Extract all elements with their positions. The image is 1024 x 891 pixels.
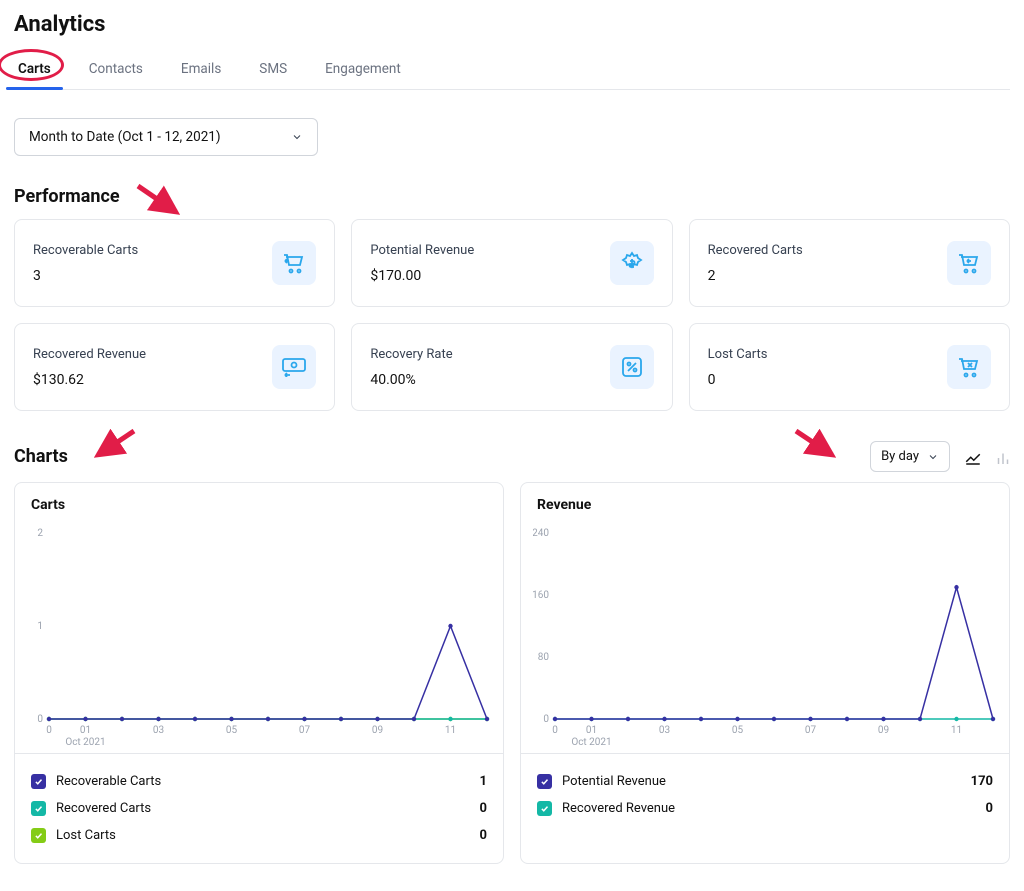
chart-carts: Carts 120010305070911Oct 20210 Recoverab…: [14, 482, 504, 864]
svg-text:11: 11: [445, 725, 456, 736]
card-label: Recovery Rate: [370, 347, 452, 362]
tab-contacts[interactable]: Contacts: [85, 51, 147, 89]
svg-text:0: 0: [552, 725, 558, 736]
card-recovery-rate: Recovery Rate 40.00%: [351, 323, 672, 411]
svg-text:Oct 2021: Oct 2021: [571, 737, 611, 748]
tab-label: Carts: [18, 61, 51, 77]
legend-value: 0: [986, 801, 993, 816]
card-recovered-revenue: Recovered Revenue $130.62: [14, 323, 335, 411]
legend-value: 170: [971, 774, 993, 789]
legend-checkbox[interactable]: [31, 801, 46, 816]
svg-text:0: 0: [543, 714, 549, 725]
svg-text:0: 0: [46, 725, 52, 736]
legend-label: Lost Carts: [56, 828, 116, 843]
legend-row: Potential Revenue 170: [537, 768, 993, 795]
legend-value: 1: [480, 774, 487, 789]
cart-back-icon: [947, 241, 991, 285]
chart-legend: Recoverable Carts1Recovered Carts0Lost C…: [15, 753, 503, 863]
card-label: Recovered Revenue: [33, 347, 146, 362]
card-recovered-carts: Recovered Carts 2: [689, 219, 1010, 307]
card-value: $130.62: [33, 372, 146, 388]
legend-checkbox[interactable]: [537, 774, 552, 789]
svg-text:07: 07: [805, 725, 817, 736]
chart-plot: 1 2 0 01 03 05 07 09 11 Oct 2021 0: [27, 525, 495, 753]
charts-controls: By day: [870, 441, 1010, 472]
legend-label: Recovered Carts: [56, 801, 151, 816]
legend-label: Potential Revenue: [562, 774, 666, 789]
chart-title: Revenue: [521, 483, 1009, 521]
card-value: 3: [33, 268, 138, 284]
legend-value: 0: [480, 801, 487, 816]
card-value: $170.00: [370, 268, 474, 284]
svg-text:80: 80: [538, 652, 550, 663]
svg-text:05: 05: [732, 725, 744, 736]
chart-legend: Potential Revenue 170 Recovered Revenue 0: [521, 753, 1009, 836]
legend-checkbox[interactable]: [31, 828, 46, 843]
svg-text:0: 0: [37, 714, 43, 725]
line-chart-icon[interactable]: [964, 449, 980, 465]
callout-arrow: [90, 427, 140, 463]
svg-text:03: 03: [153, 725, 164, 736]
chevron-down-icon: [291, 131, 303, 143]
card-potential-revenue: Potential Revenue $170.00: [351, 219, 672, 307]
legend-label: Recoverable Carts: [56, 774, 161, 789]
chart-revenue: Revenue 80 160 240 0 01 03 05 07 09 11 Oct 2021 0 P…: [520, 482, 1010, 864]
svg-text:01: 01: [586, 725, 597, 736]
card-label: Recovered Carts: [708, 243, 803, 258]
svg-text:160: 160: [533, 590, 549, 601]
callout-arrow: [790, 427, 840, 463]
card-recoverable-carts: Recoverable Carts 3: [14, 219, 335, 307]
svg-text:1: 1: [37, 621, 43, 632]
tabs-bar: Carts Contacts Emails SMS Engagement: [14, 51, 1010, 90]
tab-engagement[interactable]: Engagement: [321, 51, 405, 89]
svg-text:03: 03: [659, 725, 670, 736]
legend-value: 0: [480, 828, 487, 843]
svg-text:05: 05: [226, 725, 238, 736]
chart-plot: 80 160 240 0 01 03 05 07 09 11 Oct 2021 0: [533, 525, 1001, 753]
svg-text:240: 240: [533, 528, 549, 539]
granularity-label: By day: [881, 449, 919, 464]
card-value: 40.00%: [370, 372, 452, 388]
date-range-select[interactable]: Month to Date (Oct 1 - 12, 2021): [14, 118, 318, 156]
svg-text:11: 11: [951, 725, 962, 736]
granularity-select[interactable]: By day: [870, 441, 950, 472]
chart-title: Carts: [15, 483, 503, 521]
svg-text:09: 09: [372, 725, 383, 736]
card-value: 0: [708, 372, 768, 388]
tab-sms[interactable]: SMS: [255, 51, 291, 89]
tab-emails[interactable]: Emails: [177, 51, 225, 89]
legend-row: Recovered Carts 0: [31, 795, 487, 822]
page-title: Analytics: [14, 12, 1010, 37]
card-lost-carts: Lost Carts 0: [689, 323, 1010, 411]
card-value: 2: [708, 268, 803, 284]
card-label: Lost Carts: [708, 347, 768, 362]
legend-checkbox[interactable]: [31, 774, 46, 789]
cart-x-icon: [947, 345, 991, 389]
svg-text:01: 01: [80, 725, 91, 736]
tab-carts[interactable]: Carts: [14, 51, 55, 89]
svg-text:09: 09: [878, 725, 889, 736]
cash-icon: [272, 345, 316, 389]
svg-text:Oct 2021: Oct 2021: [65, 737, 105, 748]
dollar-badge-icon: [610, 241, 654, 285]
chevron-down-icon: [927, 451, 939, 463]
legend-label: Recovered Revenue: [562, 801, 675, 816]
performance-cards: Recoverable Carts 3 Potential Revenue $1…: [14, 219, 1010, 411]
bar-chart-icon[interactable]: [994, 449, 1010, 465]
card-label: Potential Revenue: [370, 243, 474, 258]
legend-row: Lost Carts 0: [31, 822, 487, 849]
svg-text:2: 2: [37, 528, 43, 539]
section-charts: Charts: [14, 446, 68, 467]
section-performance: Performance: [14, 186, 1010, 207]
date-range-label: Month to Date (Oct 1 - 12, 2021): [29, 129, 221, 145]
cart-arrow-icon: [272, 241, 316, 285]
legend-row: Recovered Revenue 0: [537, 795, 993, 822]
card-label: Recoverable Carts: [33, 243, 138, 258]
legend-row: Recoverable Carts 1: [31, 768, 487, 795]
svg-text:07: 07: [299, 725, 311, 736]
percent-icon: [610, 345, 654, 389]
legend-checkbox[interactable]: [537, 801, 552, 816]
